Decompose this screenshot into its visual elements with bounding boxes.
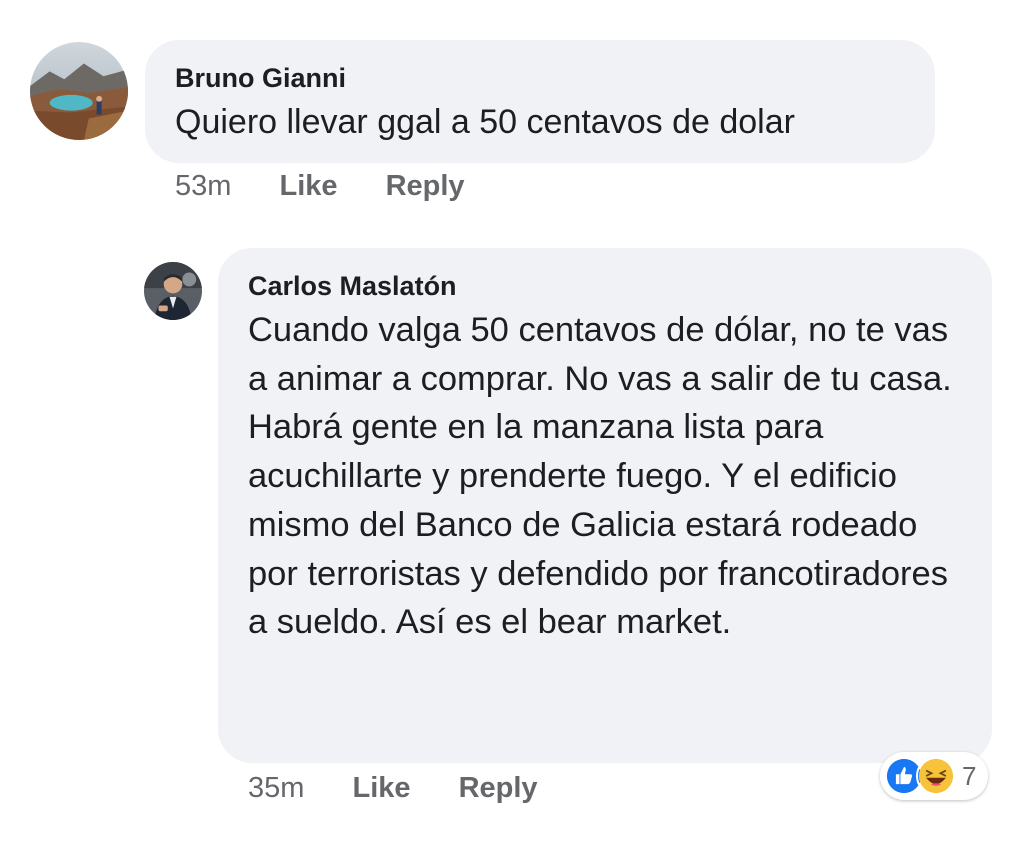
reply-actions: 35m Like Reply bbox=[248, 772, 578, 805]
comment-actions: 53m Like Reply bbox=[175, 170, 505, 203]
comment-bubble: Bruno Gianni Quiero llevar ggal a 50 cen… bbox=[145, 40, 935, 163]
comment-author[interactable]: Bruno Gianni bbox=[175, 62, 905, 94]
comment-timestamp[interactable]: 53m bbox=[175, 170, 231, 203]
reply-bubble: Carlos Maslatón Cuando valga 50 centavos… bbox=[218, 248, 992, 763]
reply-button[interactable]: Reply bbox=[386, 170, 465, 203]
reply-button[interactable]: Reply bbox=[459, 772, 538, 805]
comment-author[interactable]: Carlos Maslatón bbox=[248, 270, 962, 302]
reactions-summary[interactable]: 7 bbox=[880, 752, 989, 800]
reaction-count: 7 bbox=[962, 760, 977, 791]
comment-timestamp[interactable]: 35m bbox=[248, 772, 304, 805]
landscape-avatar-image bbox=[30, 42, 128, 140]
like-button[interactable]: Like bbox=[352, 772, 410, 805]
haha-reaction-icon bbox=[916, 756, 956, 796]
comment-text: Quiero llevar ggal a 50 centavos de dola… bbox=[175, 103, 795, 141]
avatar-bruno-gianni[interactable] bbox=[30, 42, 128, 140]
like-button[interactable]: Like bbox=[279, 170, 337, 203]
avatar-carlos-maslaton[interactable] bbox=[144, 262, 202, 320]
comment-text: Cuando valga 50 centavos de dólar, no te… bbox=[248, 311, 952, 642]
person-avatar-image bbox=[144, 262, 202, 320]
